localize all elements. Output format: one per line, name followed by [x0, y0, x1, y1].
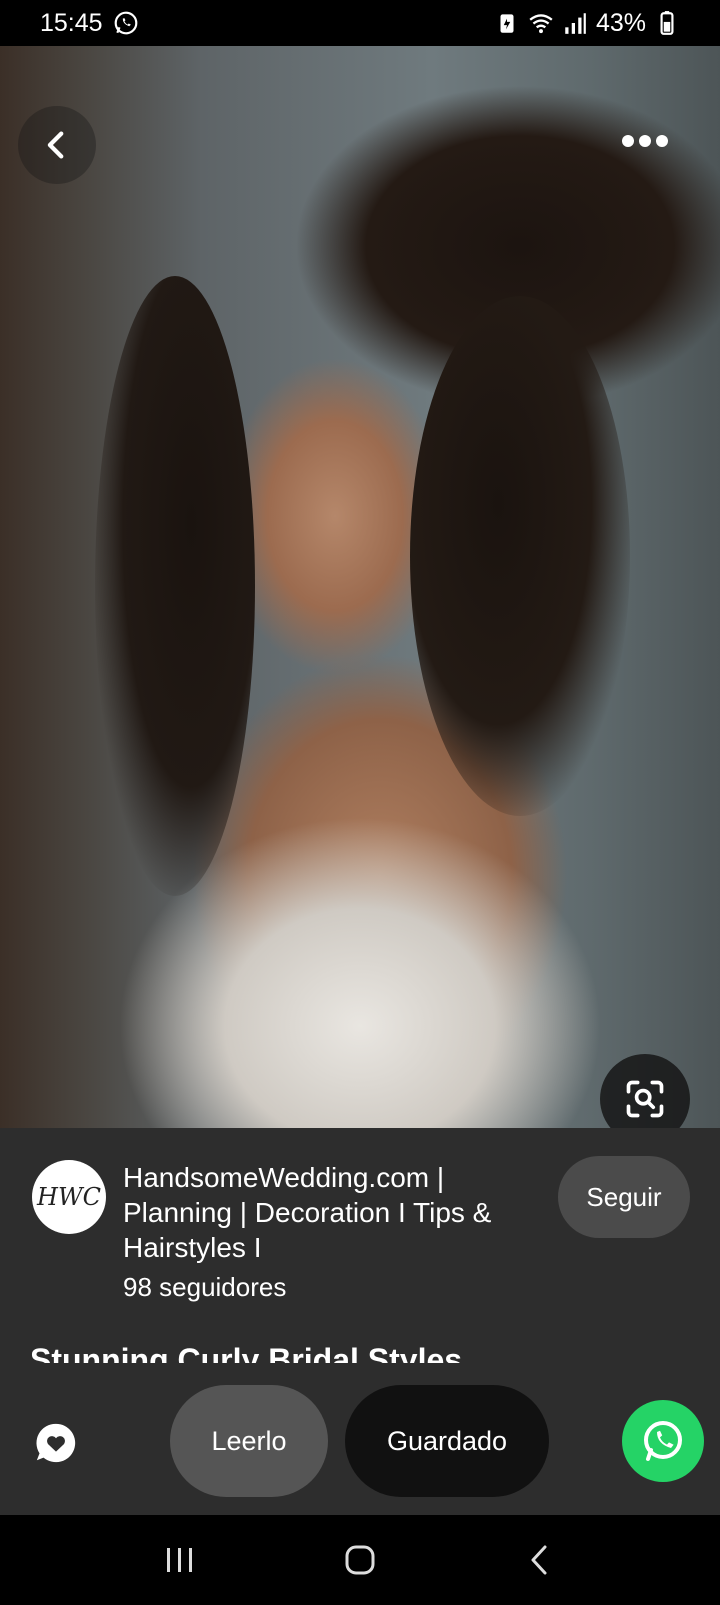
whatsapp-icon	[644, 1421, 682, 1461]
avatar-logo-text: HWC	[37, 1183, 101, 1211]
system-nav-bar	[0, 1515, 720, 1605]
follow-button[interactable]: Seguir	[558, 1156, 690, 1238]
battery-icon	[660, 11, 674, 35]
follower-count: 98 seguidores	[123, 1272, 287, 1302]
battery-percent: 43%	[595, 8, 646, 37]
hair-shape-right	[410, 296, 630, 816]
more-dots-icon	[622, 135, 668, 147]
creator-name[interactable]: HandsomeWedding.com | Planning | Decorat…	[123, 1160, 533, 1265]
visual-search-button[interactable]	[600, 1054, 690, 1128]
more-options-button[interactable]	[610, 116, 680, 166]
status-left: 15:45	[40, 9, 139, 38]
battery-saver-icon	[500, 14, 514, 33]
signal-icon	[565, 13, 586, 34]
wifi-icon	[529, 14, 553, 34]
comment-button[interactable]	[28, 1415, 84, 1471]
back-button[interactable]	[18, 106, 96, 184]
recent-apps-icon	[167, 1548, 192, 1572]
whatsapp-notification-icon	[114, 11, 137, 35]
whatsapp-share-button[interactable]	[622, 1400, 704, 1482]
system-back-button[interactable]	[500, 1530, 580, 1590]
status-time: 15:45	[40, 8, 103, 37]
read-button[interactable]: Leerlo	[170, 1385, 328, 1497]
status-bar: 15:45 43%	[0, 0, 720, 46]
comment-heart-icon	[36, 1423, 76, 1463]
hair-shape-left	[95, 276, 255, 896]
visual-search-icon	[626, 1080, 664, 1118]
status-right: 43%	[494, 9, 680, 38]
home-icon	[345, 1545, 375, 1575]
pin-info-panel: HWC HandsomeWedding.com | Planning | Dec…	[0, 1128, 720, 1363]
recent-apps-button[interactable]	[140, 1530, 220, 1590]
home-button[interactable]	[320, 1530, 400, 1590]
back-arrow-icon	[47, 131, 64, 159]
pin-image[interactable]	[0, 46, 720, 1128]
back-icon	[531, 1545, 547, 1575]
creator-avatar[interactable]: HWC	[32, 1160, 106, 1234]
pin-title: Stunning Curly Bridal Styles	[30, 1342, 463, 1363]
action-bar: Leerlo Guardado	[0, 1363, 720, 1515]
saved-button[interactable]: Guardado	[345, 1385, 549, 1497]
